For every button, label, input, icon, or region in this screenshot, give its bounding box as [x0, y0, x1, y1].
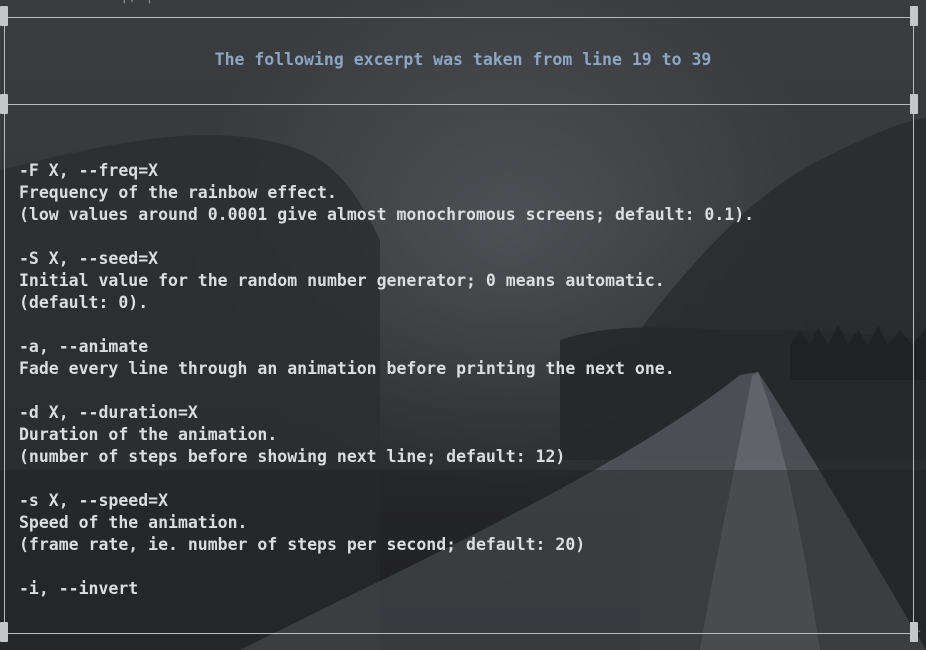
excerpt-header-title: The following excerpt was taken from lin…	[214, 50, 712, 69]
excerpt-line: (number of steps before showing next lin…	[19, 447, 566, 466]
excerpt-line: (low values around 0.0001 give almost mo…	[19, 205, 755, 224]
excerpt-line: Initial value for the random number gene…	[19, 271, 665, 290]
excerpt-line: (default: 0).	[19, 293, 149, 312]
excerpt-line: -s X, --speed=X	[19, 491, 169, 510]
terminal-window: |, | The following excerpt was taken fro…	[0, 0, 926, 650]
excerpt-line: -S X, --seed=X	[19, 249, 159, 268]
excerpt-line: -F X, --freq=X	[19, 161, 159, 180]
excerpt-line: Duration of the animation.	[19, 425, 278, 444]
excerpt-line: -d X, --duration=X	[19, 403, 198, 422]
previous-line-fragment: |, |	[120, 0, 154, 4]
excerpt-line: -a, --animate	[19, 337, 149, 356]
excerpt-blank-line	[19, 314, 754, 336]
excerpt-line: Frequency of the rainbow effect.	[19, 183, 337, 202]
excerpt-line: -i, --invert	[19, 579, 139, 598]
resize-handle-top-left[interactable]	[0, 6, 8, 26]
excerpt-line: Speed of the animation.	[19, 513, 248, 532]
resize-handle-mid-left[interactable]	[0, 94, 8, 114]
resize-handle-top-right[interactable]	[910, 6, 918, 26]
resize-handle-bottom-left[interactable]	[0, 622, 8, 642]
resize-handle-mid-right[interactable]	[910, 94, 918, 114]
excerpt-blank-line	[19, 226, 754, 248]
header-divider	[0, 104, 914, 105]
excerpt-line: (frame rate, ie. number of steps per sec…	[19, 535, 586, 554]
edge-marker: -	[916, 626, 923, 637]
excerpt-text-block: -F X, --freq=X Frequency of the rainbow e…	[19, 160, 754, 600]
frame-left-border-bottom	[4, 104, 5, 634]
excerpt-blank-line	[19, 468, 754, 490]
frame-bottom-border	[0, 633, 914, 634]
excerpt-blank-line	[19, 380, 754, 402]
frame-top-border	[0, 17, 914, 18]
excerpt-line: Fade every line through an animation bef…	[19, 359, 675, 378]
excerpt-blank-line	[19, 556, 754, 578]
